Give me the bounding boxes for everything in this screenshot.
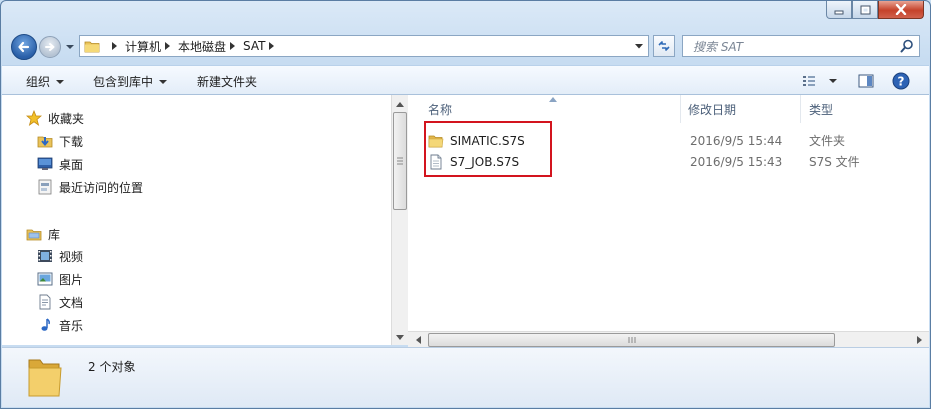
item-count: 2 个对象 [88, 360, 136, 374]
breadcrumb-sat[interactable]: SAT [243, 39, 282, 53]
details-pane: 2 个对象 [2, 347, 929, 407]
folder-icon [84, 41, 100, 53]
preview-pane-icon [858, 74, 874, 88]
column-separator[interactable] [680, 95, 681, 123]
nav-item-documents[interactable]: 文档 [37, 293, 83, 311]
video-icon [38, 250, 52, 262]
command-bar: 组织 包含到库中 新建文件夹 ? [2, 65, 929, 95]
scroll-left-button[interactable] [410, 332, 426, 348]
file-type: S7S 文件 [809, 155, 860, 169]
svg-text:?: ? [898, 75, 905, 89]
file-type: 文件夹 [809, 134, 846, 148]
library-icon [26, 229, 42, 241]
highlight-box [424, 121, 552, 177]
scroll-down-button[interactable] [392, 329, 408, 345]
minimize-icon [834, 10, 844, 14]
scroll-thumb[interactable] [393, 112, 407, 210]
include-in-library-menu[interactable]: 包含到库中 [93, 73, 168, 90]
desktop-icon [37, 157, 53, 170]
caption-buttons [826, 1, 924, 19]
minimize-button[interactable] [826, 1, 852, 19]
sort-ascending-icon [549, 97, 557, 102]
search-input[interactable] [691, 38, 895, 56]
nav-item-videos[interactable]: 视频 [37, 247, 83, 265]
scroll-up-icon [396, 101, 404, 107]
nav-favorites[interactable]: 收藏夹 [26, 109, 84, 127]
maximize-icon [860, 5, 870, 14]
preview-pane-button[interactable] [855, 71, 877, 91]
grip-icon [397, 157, 403, 165]
file-date: 2016/9/5 15:43 [690, 154, 783, 169]
back-arrow-icon [18, 41, 30, 53]
grip-icon [628, 337, 635, 343]
column-header-type[interactable]: 类型 [809, 95, 919, 123]
organize-menu[interactable]: 组织 [26, 73, 65, 90]
address-bar[interactable]: 计算机 本地磁盘 SAT [79, 35, 649, 57]
pictures-icon [37, 272, 53, 286]
nav-libraries[interactable]: 库 [26, 225, 60, 243]
recent-places-icon [38, 179, 52, 195]
search-icon[interactable] [900, 39, 914, 53]
column-separator[interactable] [800, 95, 801, 123]
new-folder-button[interactable]: 新建文件夹 [197, 73, 257, 90]
maximize-button[interactable] [852, 1, 878, 19]
scroll-right-button[interactable] [911, 332, 927, 348]
close-icon [895, 4, 907, 15]
breadcrumb-root[interactable] [108, 42, 125, 50]
refresh-button[interactable] [653, 35, 675, 57]
file-list-horizontal-scrollbar[interactable] [408, 331, 929, 348]
nav-item-music[interactable]: 音乐 [37, 316, 83, 334]
scroll-up-button[interactable] [392, 96, 408, 112]
navigation-row: 计算机 本地磁盘 SAT [9, 33, 924, 61]
back-button[interactable] [11, 34, 37, 60]
close-button[interactable] [878, 1, 924, 19]
horizontal-scroll-thumb[interactable] [428, 333, 835, 347]
file-date: 2016/9/5 15:44 [690, 133, 783, 148]
help-button[interactable]: ? [890, 71, 912, 91]
nav-item-recent-places[interactable]: 最近访问的位置 [37, 178, 143, 196]
refresh-icon [658, 41, 670, 51]
search-box[interactable] [682, 35, 920, 57]
nav-item-desktop[interactable]: 桌面 [37, 155, 83, 173]
music-icon [41, 318, 50, 331]
navigation-pane: 收藏夹 下载 桌面 最近访问的位置 库 视频 图片 文档 音乐 [2, 95, 391, 345]
navigation-pane-scrollbar[interactable] [391, 95, 408, 345]
nav-item-downloads[interactable]: 下载 [37, 132, 83, 150]
column-header-date[interactable]: 修改日期 [688, 95, 798, 123]
breadcrumb-computer[interactable]: 计算机 [125, 38, 178, 55]
chevron-down-icon [66, 45, 74, 49]
forward-arrow-icon [45, 43, 55, 51]
nav-item-pictures[interactable]: 图片 [37, 270, 83, 288]
documents-icon [39, 294, 51, 310]
scroll-right-icon [916, 336, 922, 344]
change-view-button[interactable] [800, 71, 840, 91]
folder-large-icon [28, 359, 62, 397]
scroll-left-icon [415, 336, 421, 344]
help-icon: ? [892, 72, 910, 90]
explorer-window: 计算机 本地磁盘 SAT 组织 包含到库中 新建文件夹 [0, 0, 931, 409]
recent-pages-dropdown[interactable] [65, 42, 75, 52]
downloads-icon [37, 136, 53, 148]
forward-button[interactable] [39, 36, 61, 58]
chevron-down-icon [635, 43, 643, 48]
star-icon [26, 110, 42, 126]
view-options-icon [803, 76, 837, 86]
address-history-dropdown[interactable] [630, 36, 648, 56]
breadcrumb-local-disk[interactable]: 本地磁盘 [178, 38, 243, 55]
scroll-down-icon [396, 334, 404, 340]
